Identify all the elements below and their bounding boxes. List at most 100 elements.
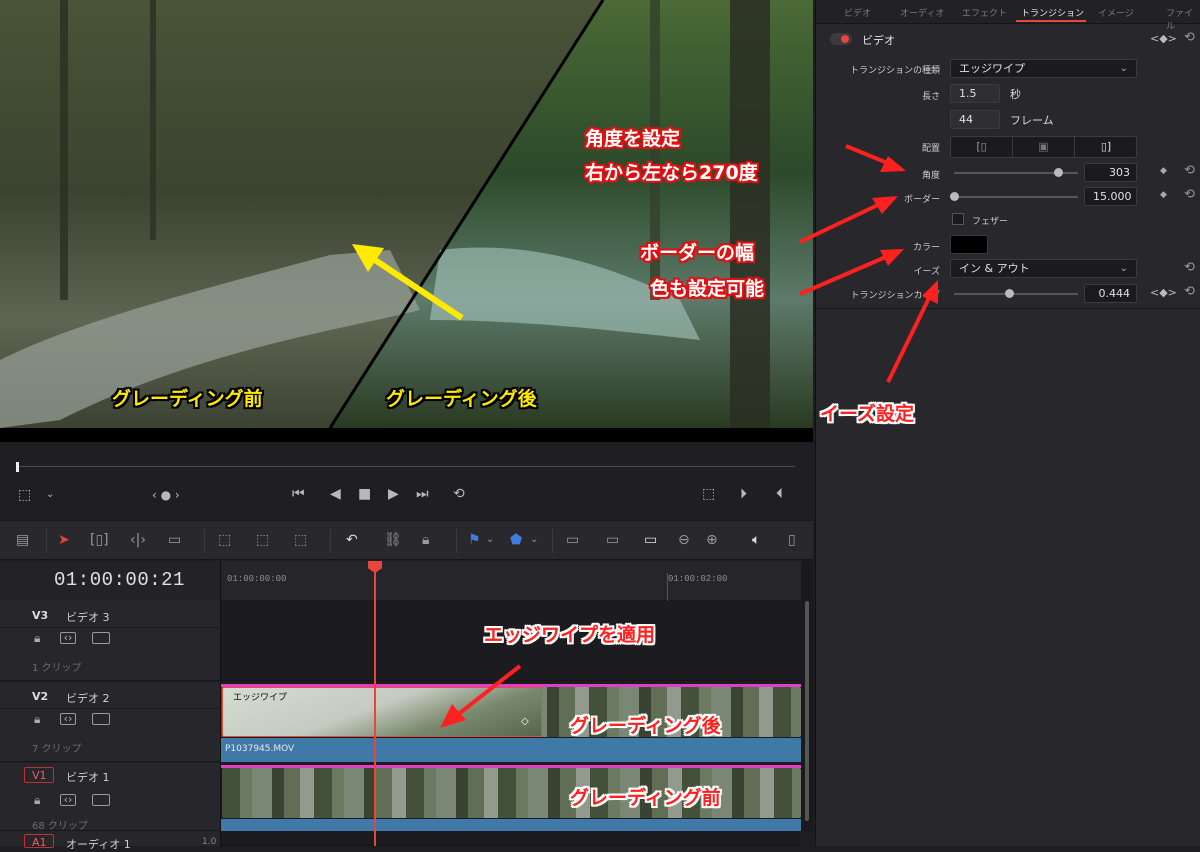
next-edit-icon[interactable]: ⏵ xyxy=(740,486,747,502)
annotation-angle-2: 右から左なら270度 xyxy=(585,162,758,184)
border-slider[interactable] xyxy=(954,196,1078,198)
track-header-v3[interactable]: V3 ビデオ 3 🔒︎ ‹› 1 クリップ xyxy=(0,601,221,681)
color-swatch[interactable] xyxy=(950,235,988,254)
insert-clip-icon[interactable]: ⬚ xyxy=(218,531,231,549)
disable-track-icon[interactable] xyxy=(92,713,110,725)
speaker-icon[interactable]: 🔈︎ xyxy=(752,531,760,549)
track-header-a1[interactable]: A1 オーディオ 1 1.0 xyxy=(0,831,221,851)
tab-transition[interactable]: トランジション xyxy=(1021,6,1084,19)
blade-tool-icon[interactable]: ▭ xyxy=(168,531,181,549)
track-header-v1[interactable]: V1 ビデオ 1 🔒︎ ‹› 68 クリップ xyxy=(0,763,221,832)
disable-track-icon[interactable] xyxy=(92,632,110,644)
playhead-line[interactable] xyxy=(374,561,376,846)
keyframe-icon[interactable]: ◇ xyxy=(521,716,529,727)
replace-clip-icon[interactable]: ⬚ xyxy=(294,531,307,549)
scrollbar-thumb[interactable] xyxy=(805,601,809,821)
marker-icon[interactable]: ⬟ xyxy=(510,531,522,549)
go-to-end-icon[interactable]: ⏭ xyxy=(416,486,429,502)
reset-icon[interactable]: ⟲ xyxy=(1184,260,1195,275)
snapping-icon[interactable]: ↶ xyxy=(346,531,358,549)
reset-icon[interactable]: ⟲ xyxy=(1184,30,1195,45)
tab-file[interactable]: ファイル xyxy=(1166,6,1200,32)
keyframe-nav-icon[interactable]: <◆> xyxy=(1150,286,1177,299)
reset-icon[interactable]: ⟲ xyxy=(1184,163,1195,178)
lock-icon[interactable]: 🔒︎ xyxy=(34,793,40,808)
reset-icon[interactable]: ⟲ xyxy=(1184,187,1195,202)
tab-image[interactable]: イメージ xyxy=(1098,6,1134,19)
dynamic-trim-icon[interactable]: ‹|› xyxy=(130,531,146,549)
scrub-handle[interactable] xyxy=(16,462,19,472)
zoom-custom-icon[interactable]: ▭ xyxy=(644,531,657,549)
zoom-full-icon[interactable]: ▭ xyxy=(566,531,579,549)
link-icon[interactable]: ⛓ xyxy=(384,531,402,549)
timeline-ruler[interactable]: 01:00:00:00 01:00:02:00 xyxy=(221,561,801,601)
position-lock-icon[interactable]: 🔒︎ xyxy=(422,531,429,549)
transition-type-dropdown[interactable]: エッジワイプ ⌄ xyxy=(950,59,1137,78)
ruler-tick-label: 01:00:02:00 xyxy=(668,574,728,584)
keyframe-nav-icon[interactable]: <◆> xyxy=(1150,32,1177,45)
auto-select-icon[interactable]: ‹› xyxy=(60,713,76,725)
audio-meter-icon[interactable]: ▯ xyxy=(788,531,796,549)
disable-track-icon[interactable] xyxy=(92,794,110,806)
angle-slider-knob[interactable] xyxy=(1054,168,1064,177)
tab-effects[interactable]: エフェクト xyxy=(962,6,1007,19)
zoom-detail-icon[interactable]: ▭ xyxy=(606,531,619,549)
zoom-out-icon[interactable]: ⊖ xyxy=(678,531,690,549)
divider xyxy=(204,529,205,553)
timeline-scrollbar[interactable] xyxy=(801,561,813,831)
border-slider-knob[interactable] xyxy=(950,192,959,201)
align-start-button[interactable]: [▯ xyxy=(951,137,1013,157)
audio-clip-label: P1037945.MOV xyxy=(225,744,295,754)
match-frame-icon[interactable]: ⬚ xyxy=(702,486,715,502)
transition-clip[interactable]: エッジワイプ ◇ xyxy=(222,687,542,737)
transition-curve-slider[interactable] xyxy=(954,293,1078,295)
keyframe-icon[interactable]: ◆ xyxy=(1160,190,1167,200)
audio-clip[interactable]: P1037945.MOV xyxy=(221,738,801,762)
video-viewer[interactable]: グレーディング前 グレーディング後 角度を設定 右から左なら270度 ボーダーの… xyxy=(0,0,813,428)
lock-icon[interactable]: 🔒︎ xyxy=(34,631,40,646)
border-field[interactable]: 15.000 xyxy=(1084,187,1137,206)
ease-label: イーズ xyxy=(913,267,940,277)
track-a1[interactable] xyxy=(221,831,801,846)
section-toggle[interactable] xyxy=(830,33,852,45)
tab-audio[interactable]: オーディオ xyxy=(900,6,944,19)
stop-icon[interactable]: ■ xyxy=(358,486,371,502)
chevron-down-icon[interactable]: ⌄ xyxy=(486,531,494,549)
transition-curve-field[interactable]: 0.444 xyxy=(1084,284,1137,303)
zoom-in-icon[interactable]: ⊕ xyxy=(706,531,718,549)
feather-checkbox[interactable] xyxy=(952,213,964,225)
auto-select-icon[interactable]: ‹› xyxy=(60,794,76,806)
color-label: カラー xyxy=(912,243,940,253)
layout-icon[interactable]: ▤ xyxy=(16,531,29,549)
go-to-start-icon[interactable]: ⏮ xyxy=(292,486,305,502)
keyframe-icon[interactable]: ◆ xyxy=(1160,166,1167,176)
track-header-v2[interactable]: V2 ビデオ 2 🔒︎ ‹› 7 クリップ xyxy=(0,682,221,762)
audio-clip[interactable] xyxy=(221,819,801,831)
divider xyxy=(46,529,47,553)
angle-field[interactable]: 303 xyxy=(1084,163,1137,182)
chevron-down-icon[interactable]: ⌄ xyxy=(530,531,538,549)
play-reverse-icon[interactable]: ◀ xyxy=(330,486,341,502)
label-before-grading: グレーディング前 xyxy=(112,388,263,410)
ease-dropdown[interactable]: イン & アウト ⌄ xyxy=(950,259,1137,278)
trim-tool-icon[interactable]: [▯] xyxy=(90,531,109,549)
length-frames-field[interactable]: 44 xyxy=(950,110,1000,129)
selection-tool-icon[interactable]: ➤ xyxy=(58,531,70,549)
overwrite-clip-icon[interactable]: ⬚ xyxy=(256,531,269,549)
jog-control-icon[interactable]: ‹ ● › xyxy=(152,487,180,503)
transition-curve-knob[interactable] xyxy=(1004,289,1014,298)
viewer-size-icon[interactable]: ⬚ xyxy=(18,487,31,503)
flag-icon[interactable]: ⚑ xyxy=(468,531,481,549)
lock-icon[interactable]: 🔒︎ xyxy=(34,712,40,727)
previous-edit-icon[interactable]: ⏴ xyxy=(776,486,783,502)
align-end-button[interactable]: ▯] xyxy=(1075,137,1137,157)
reset-icon[interactable]: ⟲ xyxy=(1184,284,1195,299)
loop-icon[interactable]: ⟲ xyxy=(453,486,465,502)
align-center-button[interactable]: ▣ xyxy=(1013,137,1075,157)
length-seconds-field[interactable]: 1.5 xyxy=(950,84,1000,103)
play-icon[interactable]: ▶ xyxy=(388,486,399,502)
tab-video[interactable]: ビデオ xyxy=(844,6,871,19)
auto-select-icon[interactable]: ‹› xyxy=(60,632,76,644)
scrub-bar[interactable] xyxy=(18,466,795,467)
chevron-down-icon[interactable]: ⌄ xyxy=(46,487,54,503)
